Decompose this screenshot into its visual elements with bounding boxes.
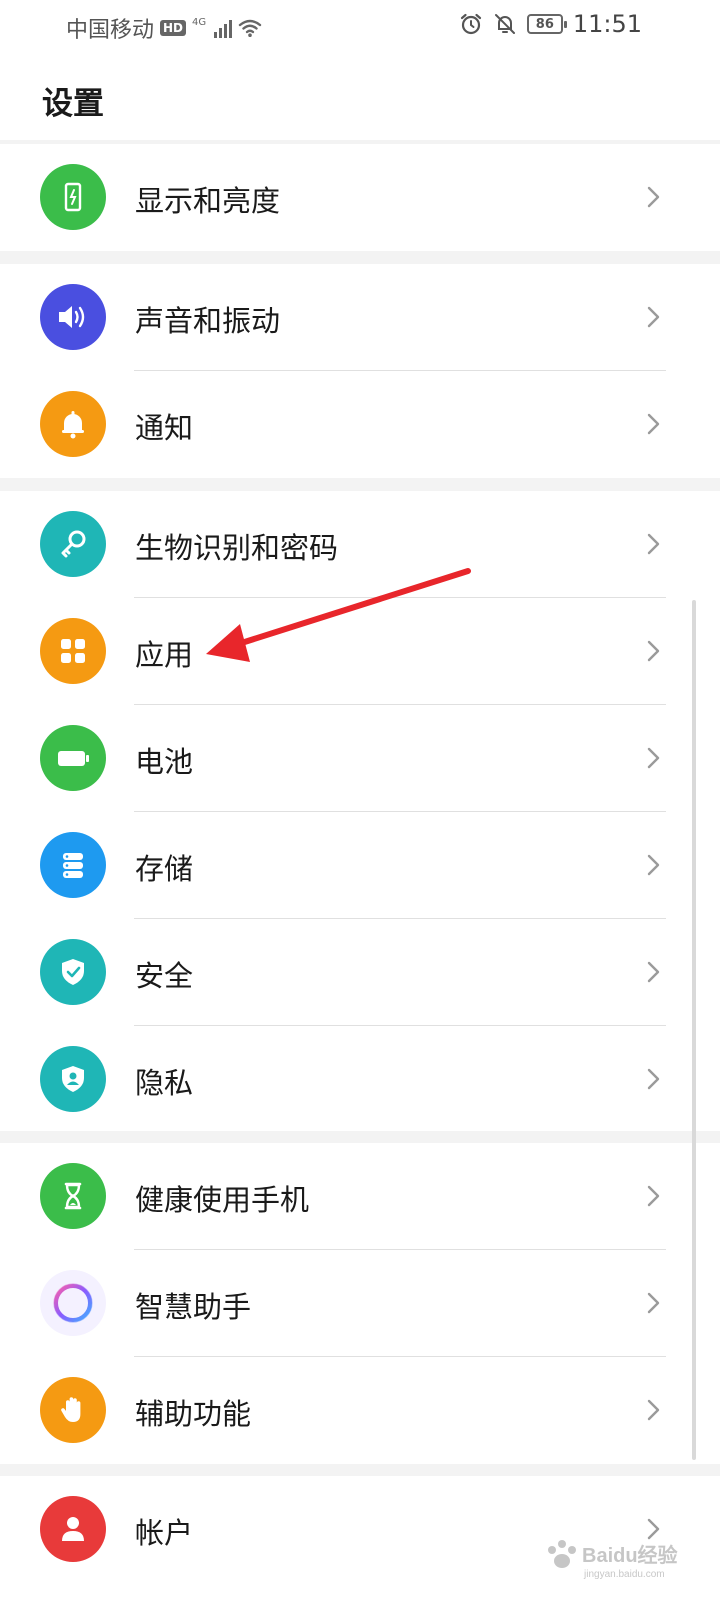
- clock: 11:51: [572, 10, 642, 38]
- watermark-text: Baidu经验: [582, 1543, 678, 1567]
- settings-item-security[interactable]: 安全: [0, 919, 720, 1026]
- settings-group-assist: 健康使用手机 智慧助手 辅助功能: [0, 1143, 720, 1464]
- settings-item-apps[interactable]: 应用: [0, 598, 720, 705]
- apps-grid-icon: [40, 618, 106, 684]
- battery-icon: [40, 725, 106, 791]
- hourglass-icon: [40, 1163, 106, 1229]
- chevron-right-icon: [647, 186, 660, 208]
- settings-group-device: 生物识别和密码 应用 电池 存储 安全 隐私: [0, 491, 720, 1131]
- settings-item-battery[interactable]: 电池: [0, 705, 720, 812]
- status-left: 中国移动 HD 4G: [66, 12, 262, 44]
- settings-item-storage[interactable]: 存储: [0, 812, 720, 919]
- account-icon: [40, 1496, 106, 1562]
- hand-icon: [40, 1377, 106, 1443]
- settings-item-label: 健康使用手机: [135, 1183, 310, 1217]
- settings-item-label: 帐户: [135, 1516, 194, 1550]
- chevron-right-icon: [647, 640, 660, 662]
- carrier-name: 中国移动: [66, 18, 155, 43]
- chevron-right-icon: [647, 1068, 660, 1090]
- phone-display-icon: [40, 164, 106, 230]
- settings-item-label: 隐私: [135, 1066, 194, 1100]
- settings-item-label: 辅助功能: [135, 1397, 252, 1431]
- settings-item-biometrics-password[interactable]: 生物识别和密码: [0, 491, 720, 598]
- settings-item-label: 应用: [135, 638, 194, 672]
- settings-item-label: 生物识别和密码: [135, 531, 339, 565]
- chevron-right-icon: [647, 533, 660, 555]
- baidu-paw-logo: Baidu经验 jingyan.baidu.com: [548, 1540, 678, 1580]
- settings-item-notifications[interactable]: 通知: [0, 371, 720, 478]
- chevron-right-icon: [647, 961, 660, 983]
- network-type: 4G: [192, 16, 207, 28]
- chevron-right-icon: [647, 306, 660, 328]
- assistant-ring-icon: [40, 1270, 106, 1336]
- privacy-shield-icon: [40, 1046, 106, 1112]
- settings-item-label: 电池: [135, 745, 194, 779]
- settings-item-label: 安全: [135, 959, 194, 993]
- settings-item-accessibility[interactable]: 辅助功能: [0, 1357, 720, 1464]
- battery-indicator: 86: [526, 14, 567, 34]
- hd-badge: HD: [160, 20, 187, 36]
- bell-icon: [40, 391, 106, 457]
- settings-item-sound-vibration[interactable]: 声音和振动: [0, 264, 720, 371]
- settings-group-display: 显示和亮度: [0, 144, 720, 251]
- settings-item-label: 智慧助手: [135, 1290, 252, 1324]
- settings-item-label: 通知: [135, 411, 194, 445]
- watermark-sub: jingyan.baidu.com: [583, 1569, 665, 1580]
- page-title: 设置: [42, 86, 104, 122]
- status-bar: 中国移动 HD 4G 86 11:51: [0, 0, 720, 56]
- settings-item-privacy[interactable]: 隐私: [0, 1026, 720, 1133]
- chevron-right-icon: [647, 1399, 660, 1421]
- storage-icon: [40, 832, 106, 898]
- alarm-icon: [460, 13, 481, 35]
- page-header: 设置: [0, 56, 720, 140]
- scrollbar[interactable]: [692, 600, 696, 1460]
- chevron-right-icon: [647, 413, 660, 435]
- settings-item-label: 存储: [135, 852, 194, 886]
- settings-item-smart-assistant[interactable]: 智慧助手: [0, 1250, 720, 1357]
- settings-item-digital-balance[interactable]: 健康使用手机: [0, 1143, 720, 1250]
- key-icon: [40, 511, 106, 577]
- settings-item-display-brightness[interactable]: 显示和亮度: [0, 144, 720, 251]
- shield-check-icon: [40, 939, 106, 1005]
- battery-level: 86: [535, 16, 554, 32]
- status-right: 86 11:51: [459, 10, 642, 38]
- chevron-right-icon: [647, 854, 660, 876]
- settings-item-label: 显示和亮度: [135, 184, 281, 218]
- settings-item-label: 声音和振动: [135, 304, 281, 338]
- bell-muted-icon: [494, 14, 515, 34]
- wifi-icon: [238, 19, 262, 37]
- chevron-right-icon: [647, 1292, 660, 1314]
- speaker-icon: [40, 284, 106, 350]
- chevron-right-icon: [647, 1185, 660, 1207]
- settings-group-sound: 声音和振动 通知: [0, 264, 720, 478]
- signal-icon: [214, 18, 233, 38]
- chevron-right-icon: [647, 747, 660, 769]
- baidu-watermark: Baidu经验 jingyan.baidu.com: [540, 1532, 680, 1582]
